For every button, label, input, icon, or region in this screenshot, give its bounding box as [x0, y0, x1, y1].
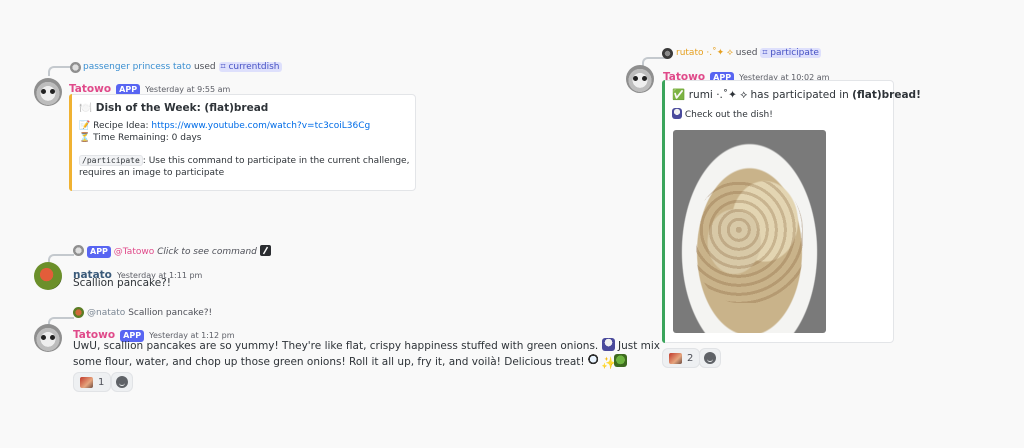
check-icon: ✅: [672, 89, 686, 101]
command-help-line-1: /participate: Use this command to partic…: [79, 155, 410, 166]
add-reaction-button[interactable]: [111, 372, 133, 392]
reply-mention[interactable]: @Tatowo: [114, 247, 154, 257]
command-name: currentdish: [228, 62, 280, 72]
command-help-text-2: requires an image to participate: [79, 168, 225, 178]
time-remaining: Time Remaining: 0 days: [93, 133, 202, 143]
command-name: participate: [770, 48, 819, 58]
app-badge: APP: [87, 246, 111, 258]
avatar[interactable]: [34, 262, 62, 290]
dish-embed: 🍽️ Dish of the Week: (flat)bread 📝 Recip…: [69, 94, 416, 191]
participate-code: /participate: [79, 155, 143, 166]
reply-mention[interactable]: @natato: [87, 308, 125, 318]
smiley-add-icon: [116, 376, 128, 388]
recipe-line: 📝 Recipe Idea: https://www.youtube.com/w…: [79, 121, 370, 131]
avatar[interactable]: [626, 65, 654, 93]
check-out-text: Check out the dish!: [684, 110, 773, 120]
message-text-1: UwU, scallion pancakes are so yummy! The…: [73, 340, 599, 352]
reply-preview[interactable]: passenger princess tato used ⌗ currentdi…: [83, 62, 282, 72]
reaction-count: 1: [98, 376, 105, 388]
sparkles-icon: ✨: [600, 356, 616, 370]
avatar[interactable]: [34, 324, 62, 352]
recipe-link[interactable]: https://www.youtube.com/watch?v=tc3coiL3…: [151, 121, 370, 131]
command-help-line-2: requires an image to participate: [79, 168, 224, 178]
embed-title: ✅ rumi ·.˚✦ ⟡ has participated in (flat)…: [672, 88, 921, 102]
message-text-2: some flour, water, and chop up those gre…: [73, 356, 585, 368]
reaction-emoji-icon: [80, 376, 93, 388]
reply-avatar[interactable]: [73, 307, 84, 318]
embed-accent-bar: [662, 80, 665, 343]
dish-photo[interactable]: [673, 130, 826, 333]
message-line-2: some flour, water, and chop up those gre…: [73, 354, 627, 370]
reply-used-text: used: [735, 48, 758, 58]
command-help-text-1: : Use this command to participate in the…: [142, 156, 410, 166]
message-text-1-tail: Just mix: [617, 340, 661, 352]
reply-used-text: used: [193, 62, 216, 72]
embed-title-dish: (flat)bread: [852, 89, 917, 101]
smiley-add-icon: [704, 352, 716, 364]
avatar[interactable]: [34, 78, 62, 106]
reply-preview[interactable]: APP @Tatowo Click to see command: [87, 245, 271, 258]
time-line: ⏳ Time Remaining: 0 days: [79, 133, 202, 143]
command-pill[interactable]: ⌗ currentdish: [218, 62, 282, 72]
reply-username[interactable]: rutato ·.˚✦ ⟡: [676, 48, 733, 58]
tatowo-emoji-icon: [672, 108, 682, 119]
reaction[interactable]: 2: [662, 348, 701, 368]
reply-avatar[interactable]: [662, 48, 673, 59]
reaction-emoji-icon: [669, 352, 682, 364]
reply-username[interactable]: passenger princess tato: [83, 62, 191, 72]
reply-avatar[interactable]: [70, 62, 81, 73]
reply-avatar[interactable]: [73, 245, 84, 256]
command-pill[interactable]: ⌗ participate: [760, 48, 821, 58]
message-text: Scallion pancake?!: [73, 277, 171, 289]
message-line-1: UwU, scallion pancakes are so yummy! The…: [73, 338, 660, 352]
embed-title-text: Dish of the Week: (flat)bread: [95, 102, 269, 114]
memo-icon: 📝: [79, 121, 91, 131]
reply-text[interactable]: Click to see command: [157, 247, 257, 257]
embed-title-prefix: rumi ·.˚✦ ⟡ has participated in: [688, 89, 853, 101]
magnifier-icon: [587, 354, 601, 367]
embed-subtext: Check out the dish!: [672, 108, 773, 120]
recipe-label: Recipe Idea:: [93, 121, 149, 131]
embed-accent-bar: [69, 94, 72, 191]
reply-text[interactable]: Scallion pancake?!: [128, 308, 212, 318]
slash-command-icon: [259, 245, 271, 256]
plate-icon: 🍽️: [79, 102, 93, 114]
embed-title-suffix: !: [916, 89, 921, 101]
reaction-count: 2: [687, 352, 694, 364]
tatowo-emoji-icon: [601, 338, 615, 351]
participation-embed: ✅ rumi ·.˚✦ ⟡ has participated in (flat)…: [662, 80, 921, 343]
embed-title: 🍽️ Dish of the Week: (flat)bread: [79, 101, 268, 114]
reply-preview[interactable]: @natato Scallion pancake?!: [87, 308, 212, 318]
add-reaction-button[interactable]: [699, 348, 721, 368]
frog-icon: [613, 354, 627, 367]
hourglass-icon: ⏳: [79, 133, 91, 143]
reaction[interactable]: 1: [73, 372, 112, 392]
timestamp[interactable]: Yesterday at 9:55 am: [145, 85, 230, 94]
reply-preview[interactable]: rutato ·.˚✦ ⟡ used ⌗ participate: [676, 48, 821, 58]
